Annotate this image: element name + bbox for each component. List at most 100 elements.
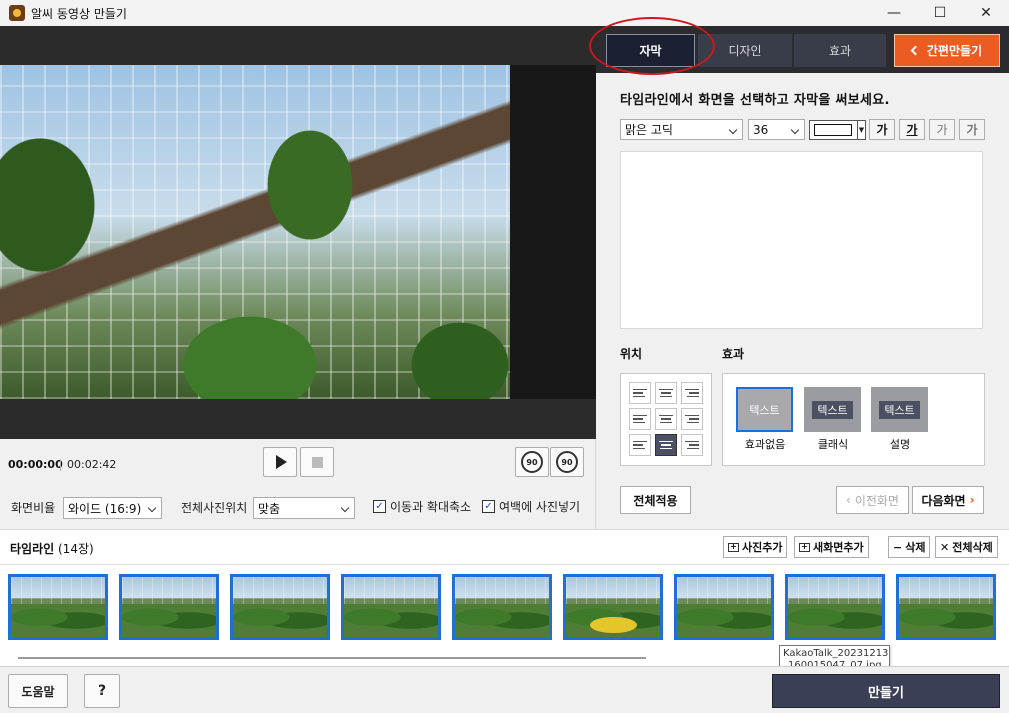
font-select[interactable]: 맑은 고딕	[620, 119, 743, 140]
prev-screen-label: 이전화면	[854, 493, 899, 508]
position-middle-left[interactable]	[629, 408, 651, 430]
stop-icon	[311, 456, 323, 468]
time-separator	[60, 459, 61, 471]
next-screen-label: 다음화면	[921, 493, 966, 508]
position-bottom-center[interactable]	[655, 434, 677, 456]
bold-button[interactable]: 가	[869, 119, 895, 140]
text-color-swatch	[814, 124, 852, 136]
timeline-scrollbar[interactable]	[18, 657, 646, 659]
window-title: 알씨 동영상 만들기	[31, 6, 127, 21]
fill-margin-label: 여백에 사진넣기	[499, 500, 581, 514]
title-bar: 알씨 동영상 만들기 — ☐ ✕	[0, 0, 1009, 26]
outline-button[interactable]: 가	[959, 119, 985, 140]
timeline-thumbnail[interactable]	[230, 574, 330, 640]
text-color-picker[interactable]: ▼	[809, 120, 866, 140]
close-icon: ✕	[980, 5, 992, 21]
effect-none[interactable]: 텍스트	[736, 387, 793, 432]
timeline-thumbnail[interactable]	[452, 574, 552, 640]
font-size-select[interactable]: 36	[748, 119, 805, 140]
position-title: 위치	[620, 347, 643, 361]
rotate-right-icon: 90	[556, 451, 578, 473]
bottom-bar: 도움말 ? 만들기	[0, 666, 1009, 713]
rotate-right-button[interactable]: 90	[550, 447, 584, 477]
maximize-button[interactable]: ☐	[917, 0, 963, 26]
delete-label: 삭제	[905, 541, 926, 554]
effect-none-preview: 텍스트	[749, 403, 780, 417]
player-controls: 00:00:00 00:02:42 90 90 화면비율 와이드 (16:9) …	[0, 439, 596, 529]
minimize-icon: —	[887, 5, 901, 21]
font-size-value: 36	[753, 122, 769, 137]
aspect-ratio-select[interactable]: 와이드 (16:9)	[63, 497, 162, 519]
position-top-right[interactable]	[681, 382, 703, 404]
delete-button[interactable]: − 삭제	[888, 536, 931, 558]
tab-effect[interactable]: 효과	[794, 34, 886, 67]
photo-position-value: 맞춤	[258, 501, 281, 516]
position-top-left[interactable]	[629, 382, 651, 404]
photo-position-label: 전체사진위치	[181, 501, 248, 515]
tab-bar: 자막 디자인 효과 간편만들기	[596, 26, 1009, 73]
app-icon	[9, 5, 25, 21]
aspect-ratio-label: 화면비율	[11, 501, 56, 515]
position-middle-right[interactable]	[681, 408, 703, 430]
maximize-icon: ☐	[933, 5, 947, 21]
preview-letterbox	[510, 65, 596, 399]
timeline-thumbnail[interactable]	[674, 574, 774, 640]
preview-photo	[0, 65, 596, 399]
effect-title: 효과	[722, 347, 745, 361]
add-photo-button[interactable]: + 사진추가	[723, 536, 788, 558]
apply-all-button[interactable]: 전체적용	[620, 486, 691, 514]
add-blank-screen-button[interactable]: + 새화면추가	[794, 536, 869, 558]
shadow-button[interactable]: 가	[929, 119, 955, 140]
easy-make-label: 간편만들기	[926, 44, 983, 58]
timeline-thumbnail[interactable]	[563, 574, 663, 640]
close-button[interactable]: ✕	[963, 0, 1009, 26]
position-middle-center[interactable]	[655, 408, 677, 430]
motion-zoom-label: 이동과 확대축소	[390, 500, 472, 514]
position-bottom-left[interactable]	[629, 434, 651, 456]
preview-area	[0, 26, 596, 439]
tab-caption[interactable]: 자막	[606, 34, 695, 67]
next-screen-button[interactable]: 다음화면 ›	[912, 486, 984, 514]
question-button[interactable]: ?	[84, 674, 120, 708]
chevron-left-icon: ‹	[846, 493, 851, 507]
effect-classic-label: 클래식	[817, 438, 849, 451]
stop-button[interactable]	[300, 447, 334, 477]
make-button[interactable]: 만들기	[772, 674, 1000, 708]
add-photo-icon: +	[728, 542, 739, 552]
tab-design[interactable]: 디자인	[698, 34, 792, 67]
add-screen-icon: +	[799, 542, 810, 552]
position-bottom-right[interactable]	[681, 434, 703, 456]
help-button[interactable]: 도움말	[8, 674, 68, 708]
timeline-title: 타임라인 (14장)	[10, 542, 94, 556]
caption-instruction: 타임라인에서 화면을 선택하고 자막을 써보세요.	[620, 93, 890, 108]
fill-margin-checkbox[interactable]: ✓ 여백에 사진넣기	[482, 498, 580, 515]
underline-button[interactable]: 가	[899, 119, 925, 140]
timeline-thumbnail[interactable]	[896, 574, 996, 640]
timeline-thumbnail[interactable]	[341, 574, 441, 640]
timeline-thumbnail[interactable]	[785, 574, 885, 640]
play-icon	[276, 455, 287, 469]
effect-description[interactable]: 텍스트	[871, 387, 928, 432]
timeline-header: 타임라인 (14장) + 사진추가 + 새화면추가 − 삭제 ✕ 전체삭제	[0, 529, 1009, 564]
font-value: 맑은 고딕	[625, 123, 673, 137]
rotate-left-button[interactable]: 90	[515, 447, 549, 477]
easy-make-button[interactable]: 간편만들기	[894, 34, 1000, 67]
position-top-center[interactable]	[655, 382, 677, 404]
aspect-ratio-value: 와이드 (16:9)	[68, 501, 142, 516]
delete-all-button[interactable]: ✕ 전체삭제	[935, 536, 998, 558]
play-button[interactable]	[263, 447, 297, 477]
rotate-left-icon: 90	[521, 451, 543, 473]
prev-screen-button[interactable]: ‹ 이전화면	[836, 486, 909, 514]
timeline-thumbnail[interactable]	[119, 574, 219, 640]
current-time: 00:00:00	[8, 458, 63, 471]
effect-classic[interactable]: 텍스트	[804, 387, 861, 432]
minimize-button[interactable]: —	[871, 0, 917, 26]
add-photo-label: 사진추가	[742, 541, 783, 554]
photo-position-select[interactable]: 맞춤	[253, 497, 355, 519]
caption-text-input[interactable]	[620, 151, 983, 329]
effect-none-label: 효과없음	[744, 438, 786, 451]
checkmark-icon: ✓	[482, 500, 495, 513]
motion-zoom-checkbox[interactable]: ✓ 이동과 확대축소	[373, 498, 471, 515]
dropdown-arrow-icon: ▼	[857, 121, 865, 139]
timeline-thumbnail[interactable]	[8, 574, 108, 640]
